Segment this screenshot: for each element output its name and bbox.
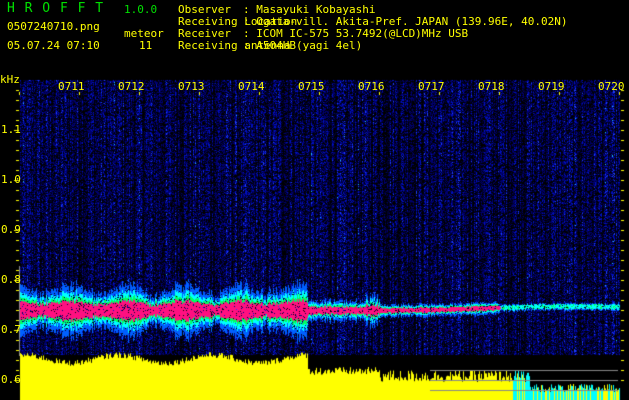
datetime: 05.07.24 07:10 bbox=[7, 39, 100, 52]
x-tick-label: 0711 bbox=[58, 80, 85, 93]
app-name: H R O F F T bbox=[7, 1, 105, 16]
y-tick-label: 0.8 bbox=[1, 273, 21, 286]
info-value: : A504HB(yagi 4el) bbox=[243, 39, 363, 52]
spectrogram bbox=[0, 0, 629, 400]
y-axis-label: kHz bbox=[0, 73, 20, 86]
x-tick-label: 0713 bbox=[178, 80, 205, 93]
y-tick-label: 0.6 bbox=[1, 373, 21, 386]
y-tick-label: 0.9 bbox=[1, 223, 21, 236]
x-tick-label: 0717 bbox=[418, 80, 445, 93]
app-version: 1.0.0 bbox=[124, 3, 158, 16]
x-tick-label: 0715 bbox=[298, 80, 325, 93]
meteor-count: 11 bbox=[139, 39, 153, 52]
x-tick-label: 0718 bbox=[478, 80, 505, 93]
filename: 0507240710.png bbox=[7, 20, 100, 33]
x-tick-label: 0716 bbox=[358, 80, 385, 93]
x-tick-label: 0719 bbox=[538, 80, 565, 93]
x-tick-label: 0712 bbox=[118, 80, 145, 93]
y-tick-label: 0.7 bbox=[1, 323, 21, 336]
x-tick-label: 0720 bbox=[598, 80, 625, 93]
y-tick-label: 1.0 bbox=[1, 173, 21, 186]
x-tick-label: 0714 bbox=[238, 80, 265, 93]
y-tick-label: 1.1 bbox=[1, 123, 21, 136]
